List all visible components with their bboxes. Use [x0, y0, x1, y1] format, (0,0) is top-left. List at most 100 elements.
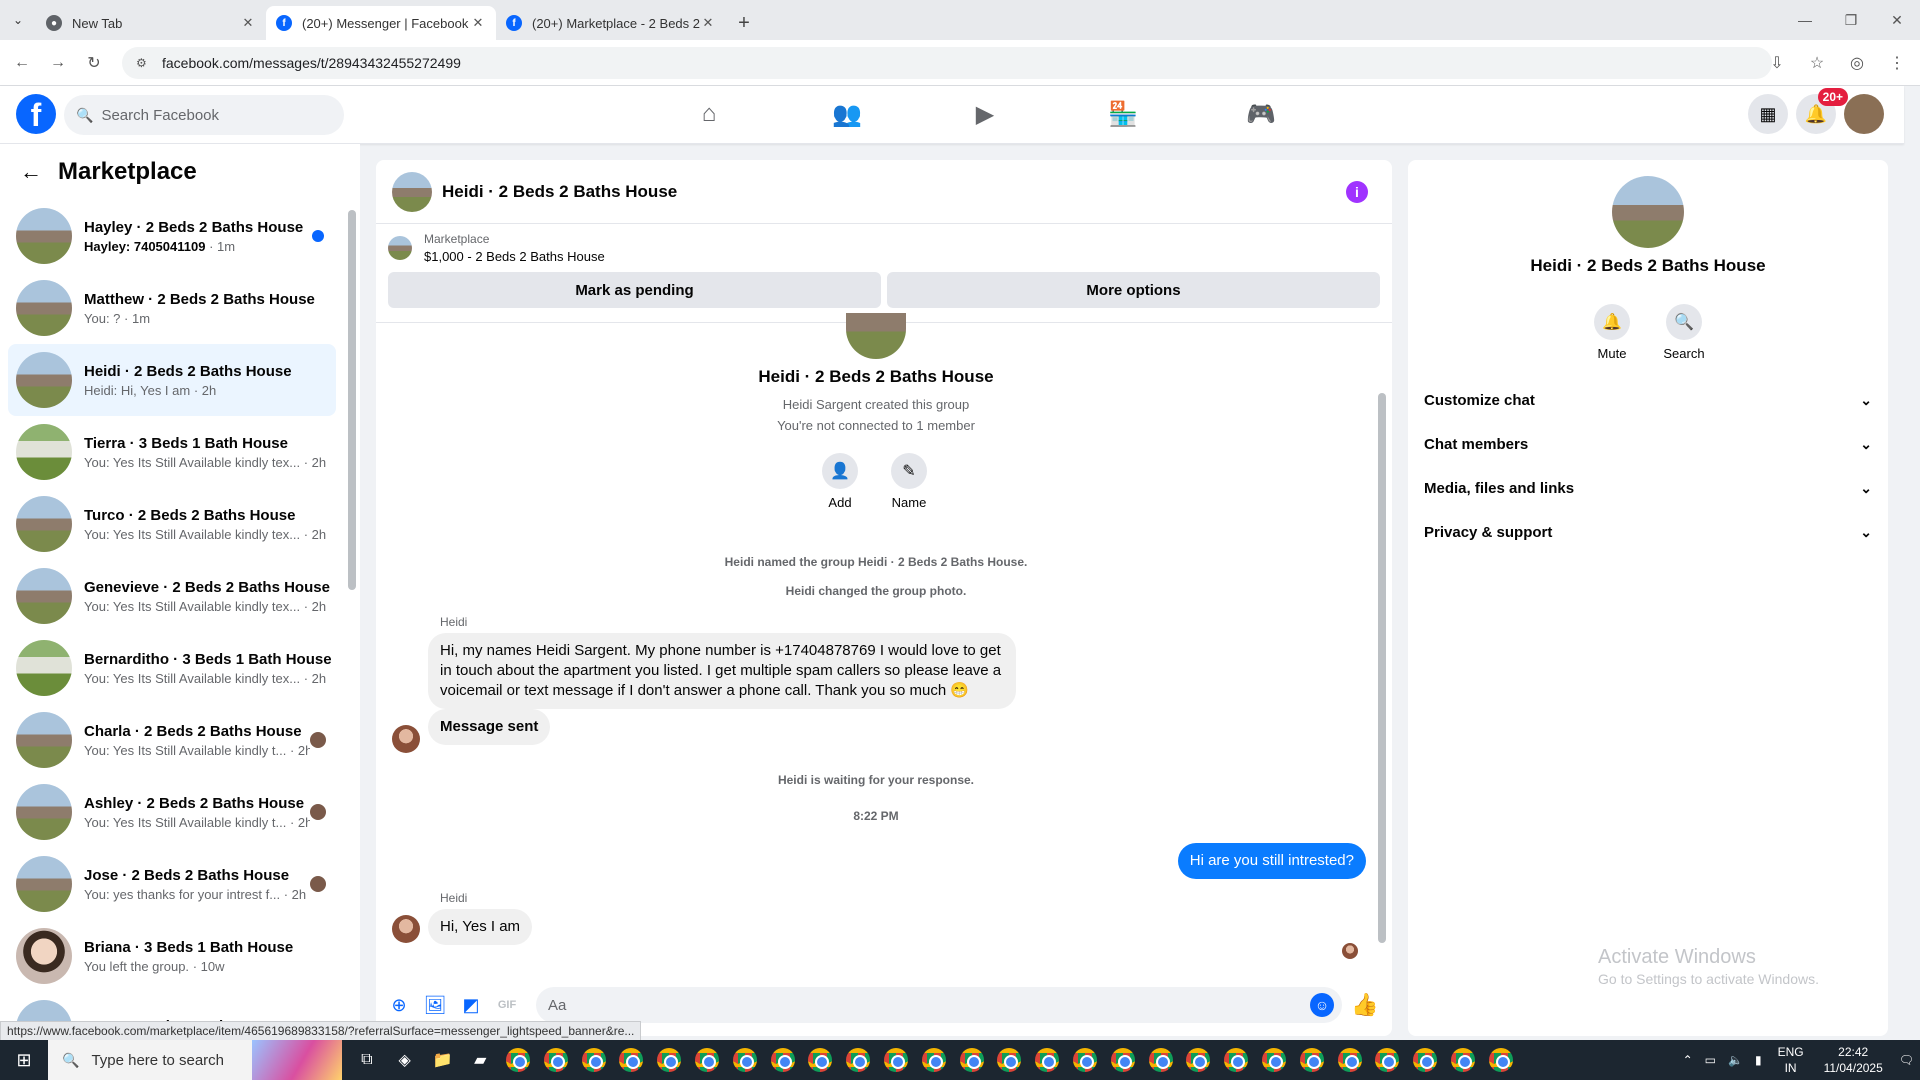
plus-circle-icon[interactable]: ⊕ [384, 990, 414, 1020]
bookmark-star-icon[interactable]: ☆ [1806, 48, 1828, 78]
file-explorer-icon[interactable]: 📁 [424, 1040, 462, 1080]
volume-icon[interactable]: 🔈 [1728, 1053, 1743, 1067]
scrollbar[interactable] [1378, 393, 1386, 943]
close-tab-icon[interactable]: ✕ [700, 15, 716, 31]
chrome-taskbar-icon[interactable] [802, 1040, 840, 1080]
chrome-taskbar-icon[interactable] [1217, 1040, 1255, 1080]
windows-start-icon[interactable]: ⊞ [0, 1040, 48, 1080]
conversation-item[interactable]: Briana · 3 Beds 1 Bath House You left the… [8, 920, 336, 992]
chrome-taskbar-icon[interactable] [1444, 1040, 1482, 1080]
taskbar-search-input[interactable]: 🔍 Type here to search [48, 1040, 342, 1080]
conversation-item[interactable]: Bernarditho · 3 Beds 1 Bath House You: Ye… [8, 632, 336, 704]
message-input[interactable]: Aa ☺ [536, 987, 1342, 1023]
conversation-item[interactable]: Jose · 2 Beds 2 Baths House You: yes than… [8, 848, 336, 920]
conversation-item[interactable]: Matthew · 2 Beds 2 Baths House You: ? · 1… [8, 272, 336, 344]
gif-icon[interactable]: GIF [492, 990, 522, 1020]
chrome-taskbar-icon[interactable] [953, 1040, 991, 1080]
close-tab-icon[interactable]: ✕ [470, 15, 486, 31]
chrome-taskbar-icon[interactable] [839, 1040, 877, 1080]
chrome-taskbar-icon[interactable] [877, 1040, 915, 1080]
site-info-icon[interactable]: ⚙ [136, 56, 150, 70]
home-icon[interactable]: ⌂ [640, 86, 778, 142]
mark-as-pending-button[interactable]: Mark as pending [388, 272, 881, 308]
photo-icon[interactable]: 🖼 [420, 990, 450, 1020]
forward-icon[interactable]: → [44, 49, 72, 77]
friends-icon[interactable]: 👥 [778, 86, 916, 142]
chrome-taskbar-icon[interactable] [726, 1040, 764, 1080]
restore-icon[interactable]: ❐ [1828, 0, 1874, 40]
account-avatar[interactable] [1844, 94, 1884, 134]
sticky-notes-icon[interactable]: ▰ [461, 1040, 499, 1080]
minimize-icon[interactable]: — [1782, 0, 1828, 40]
browser-menu-icon[interactable]: ⋮ [1886, 48, 1908, 78]
notifications-bell-icon[interactable]: 🔔 20+ [1796, 88, 1848, 134]
mute-button[interactable]: 🔔 Mute [1582, 304, 1642, 361]
facebook-search-input[interactable]: 🔍 Search Facebook [64, 95, 344, 135]
sticker-icon[interactable]: ◩ [456, 990, 486, 1020]
chrome-taskbar-icon[interactable] [1482, 1040, 1520, 1080]
thumbs-up-icon[interactable]: 👍 [1350, 990, 1380, 1020]
gaming-icon[interactable]: 🎮 [1192, 86, 1330, 142]
chrome-taskbar-icon[interactable] [1028, 1040, 1066, 1080]
url-input[interactable]: ⚙ facebook.com/messages/t/28943432455272… [122, 47, 1772, 79]
chrome-taskbar-icon[interactable] [764, 1040, 802, 1080]
chrome-taskbar-icon[interactable] [1066, 1040, 1104, 1080]
conversation-item[interactable]: Hayley · 2 Beds 2 Baths House Hayley: 740… [8, 200, 336, 272]
chrome-taskbar-icon[interactable] [499, 1040, 537, 1080]
network-icon[interactable]: ▭ [1705, 1053, 1716, 1067]
message-bubble[interactable]: Message sent [428, 709, 551, 745]
back-icon[interactable]: ← [8, 49, 36, 77]
browser-tab-marketplace[interactable]: f (20+) Marketplace - 2 Beds 2 B ✕ [496, 6, 726, 40]
group-avatar-large[interactable] [1612, 176, 1684, 248]
my-message-bubble[interactable]: Hi are you still intrested? [1177, 843, 1366, 879]
section-customize-chat[interactable]: Customize chat ⌄ [1424, 378, 1872, 422]
conversation-item[interactable]: Turco · 2 Beds 2 Baths House You: Yes Its… [8, 488, 336, 560]
chrome-taskbar-icon[interactable] [1255, 1040, 1293, 1080]
rename-group-button[interactable]: ✎ Name [891, 453, 927, 510]
conversation-item[interactable]: Charla · 2 Beds 2 Baths House You: Yes It… [8, 704, 336, 776]
search-in-chat-button[interactable]: 🔍 Search [1654, 304, 1714, 361]
close-tab-icon[interactable]: ✕ [240, 15, 256, 31]
chrome-taskbar-icon[interactable] [1180, 1040, 1218, 1080]
info-icon[interactable]: i [1346, 180, 1368, 203]
group-avatar[interactable] [392, 171, 432, 212]
section-media-files-links[interactable]: Media, files and links ⌄ [1424, 466, 1872, 510]
browser-tab-newtab[interactable]: ● New Tab ✕ [36, 6, 266, 40]
clock[interactable]: 22:42 11/04/2025 [1824, 1044, 1883, 1076]
chevron-up-icon[interactable]: ⌃ [1683, 1053, 1693, 1067]
marketplace-icon[interactable]: 🏪 [1054, 86, 1192, 142]
battery-icon[interactable]: ▮ [1755, 1053, 1762, 1067]
language-indicator[interactable]: ENG IN [1778, 1044, 1804, 1076]
back-arrow-icon[interactable]: ← [20, 159, 42, 185]
facebook-logo-icon[interactable]: f [16, 94, 56, 134]
chrome-taskbar-icon[interactable] [575, 1040, 613, 1080]
conversation-item[interactable]: Genevieve · 2 Beds 2 Baths House You: Yes… [8, 560, 336, 632]
app-icon[interactable]: ◈ [386, 1040, 424, 1080]
chrome-taskbar-icon[interactable] [1104, 1040, 1142, 1080]
listing-thumbnail[interactable] [388, 236, 412, 260]
section-chat-members[interactable]: Chat members ⌄ [1424, 422, 1872, 466]
message-bubble[interactable]: Hi, Yes I am [428, 909, 533, 945]
add-member-button[interactable]: 👤 Add [822, 453, 858, 510]
profile-icon[interactable]: ◎ [1846, 48, 1868, 78]
section-privacy-support[interactable]: Privacy & support ⌄ [1424, 510, 1872, 554]
chrome-taskbar-icon[interactable] [1142, 1040, 1180, 1080]
chrome-taskbar-icon[interactable] [1406, 1040, 1444, 1080]
conversation-item[interactable]: Tierra · 3 Beds 1 Bath House You: Yes Its… [8, 416, 336, 488]
chrome-taskbar-icon[interactable] [991, 1040, 1029, 1080]
browser-tab-messenger[interactable]: f (20+) Messenger | Facebook ✕ [266, 6, 496, 40]
chrome-taskbar-icon[interactable] [1331, 1040, 1369, 1080]
chat-title[interactable]: Heidi · 2 Beds 2 Baths House [442, 182, 1346, 202]
reload-icon[interactable]: ↻ [80, 49, 108, 77]
tab-search-chevron-icon[interactable]: ⌄ [0, 0, 36, 40]
scrollbar[interactable] [348, 210, 356, 590]
chrome-taskbar-icon[interactable] [613, 1040, 651, 1080]
task-view-icon[interactable]: ⧉ [348, 1040, 386, 1080]
sender-avatar[interactable] [392, 915, 420, 943]
sender-avatar[interactable] [392, 725, 420, 753]
conversation-item[interactable]: Ashley · 2 Beds 2 Baths House You: Yes It… [8, 776, 336, 848]
more-options-button[interactable]: More options [887, 272, 1380, 308]
chrome-taskbar-icon[interactable] [915, 1040, 953, 1080]
chrome-taskbar-icon[interactable] [1293, 1040, 1331, 1080]
message-bubble[interactable]: Hi, my names Heidi Sargent. My phone num… [428, 633, 1016, 709]
